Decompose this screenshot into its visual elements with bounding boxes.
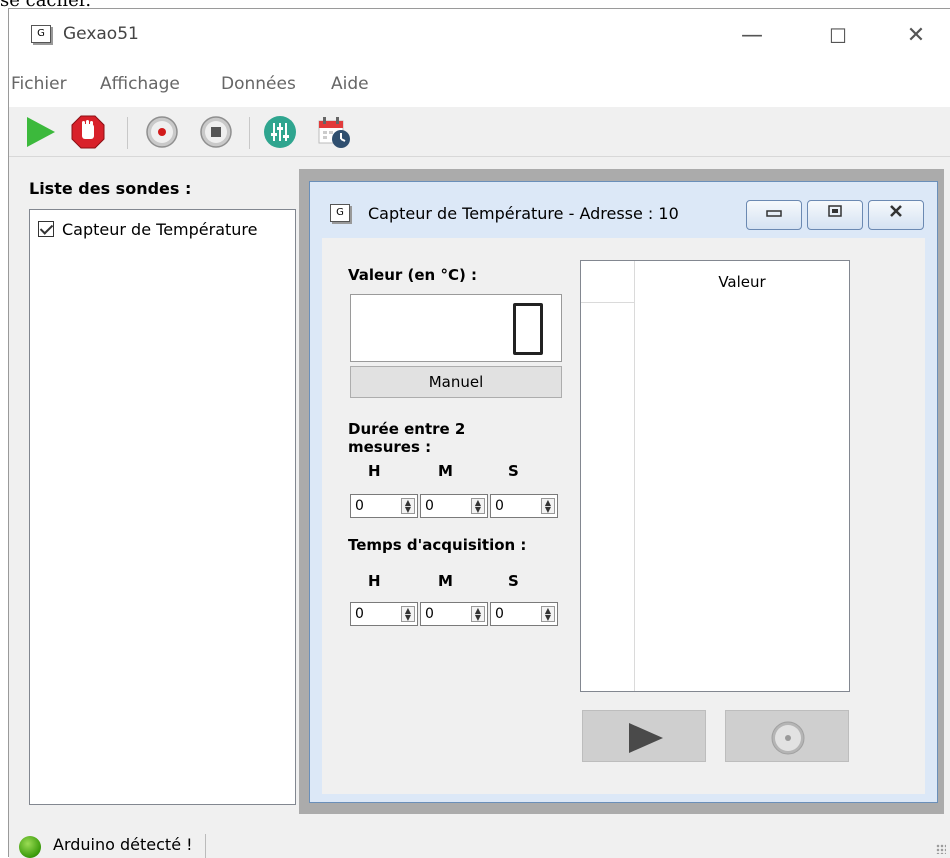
interval-minutes-spinbox[interactable]: 0 ▲ ▼ (420, 494, 488, 518)
acquisition-label: Temps d'acquisition : (348, 536, 527, 554)
start-acquisition-button[interactable] (582, 710, 706, 762)
resize-grip-icon[interactable] (936, 844, 946, 854)
spin-arrows-icon[interactable]: ▲ ▼ (541, 606, 555, 622)
record-button[interactable] (725, 710, 849, 762)
probe-item[interactable]: Capteur de Température (38, 220, 258, 239)
restore-icon (828, 205, 842, 217)
interval-label-line1: Durée entre 2 (348, 420, 466, 438)
acq-minutes-spinbox[interactable]: 0 ▲ ▼ (420, 602, 488, 626)
close-button[interactable]: ✕ (901, 21, 931, 51)
toolbar-separator (249, 117, 250, 149)
values-table[interactable]: Valeur (580, 260, 850, 692)
column-header-valeur[interactable]: Valeur (635, 261, 849, 303)
record-disc-icon (771, 721, 805, 755)
menu-bar: Fichier Affichage Données Aide (9, 63, 950, 107)
spin-arrows-icon[interactable]: ▲ ▼ (471, 606, 485, 622)
window-title: Gexao51 (63, 24, 139, 44)
stop-icon[interactable] (199, 115, 233, 149)
minimize-icon (766, 210, 782, 217)
spin-arrows-icon[interactable]: ▲ ▼ (471, 498, 485, 514)
acq-seconds-spinbox[interactable]: 0 ▲ ▼ (490, 602, 558, 626)
menu-donnees[interactable]: Données (221, 74, 296, 94)
row-header-column (581, 261, 635, 691)
spinbox-value: 0 (425, 498, 434, 514)
menu-affichage[interactable]: Affichage (100, 74, 180, 94)
manual-button[interactable]: Manuel (350, 366, 562, 398)
sub-restore-button[interactable] (807, 200, 863, 230)
acq-minutes-label: M (438, 572, 453, 590)
probes-list-label: Liste des sondes : (29, 179, 192, 198)
interval-minutes-label: M (438, 462, 453, 480)
acq-hours-label: H (368, 572, 381, 590)
equalizer-icon[interactable] (263, 115, 297, 149)
menu-fichier[interactable]: Fichier (11, 74, 67, 94)
calendar-clock-icon[interactable] (317, 115, 351, 149)
close-icon (890, 205, 902, 217)
sensor-window-title: Capteur de Température - Adresse : 10 (368, 204, 679, 223)
spin-arrows-icon[interactable]: ▲ ▼ (401, 606, 415, 622)
spinbox-value: 0 (495, 498, 504, 514)
status-separator (205, 834, 206, 858)
spin-arrows-icon[interactable]: ▲ ▼ (541, 498, 555, 514)
title-bar: G Gexao51 — ☐ ✕ (9, 9, 950, 63)
probes-list[interactable]: Capteur de Température (29, 209, 296, 805)
interval-label-line2: mesures : (348, 438, 432, 456)
interval-seconds-spinbox[interactable]: 0 ▲ ▼ (490, 494, 558, 518)
sensor-window-body: Valeur (en °C) : Manuel Durée entre 2 me… (322, 238, 925, 794)
spinbox-value: 0 (355, 606, 364, 622)
connection-led-icon (19, 836, 41, 858)
menu-aide[interactable]: Aide (331, 74, 369, 94)
app-icon: G (31, 25, 51, 43)
sensor-window-title-bar: G Capteur de Température - Adresse : 10 (310, 182, 937, 238)
value-digit (513, 303, 543, 355)
acq-hours-spinbox[interactable]: 0 ▲ ▼ (350, 602, 418, 626)
interval-hours-label: H (368, 462, 381, 480)
spinbox-value: 0 (355, 498, 364, 514)
play-icon (629, 723, 663, 753)
status-text: Arduino détecté ! (53, 835, 193, 854)
acq-seconds-label: S (508, 572, 519, 590)
table-corner[interactable] (581, 261, 635, 303)
play-icon[interactable] (23, 115, 57, 149)
sensor-window-icon: G (330, 204, 350, 222)
value-lcd (350, 294, 562, 362)
status-bar: Arduino détecté ! (9, 824, 950, 858)
probe-checkbox[interactable] (38, 220, 54, 237)
toolbar (9, 107, 950, 157)
interval-seconds-label: S (508, 462, 519, 480)
probe-item-label: Capteur de Température (62, 220, 258, 239)
sub-minimize-button[interactable] (746, 200, 802, 230)
minimize-button[interactable]: — (737, 21, 767, 51)
sensor-window: G Capteur de Température - Adresse : 10 … (309, 181, 938, 803)
spin-arrows-icon[interactable]: ▲ ▼ (401, 498, 415, 514)
sub-close-button[interactable] (868, 200, 924, 230)
toolbar-separator (127, 117, 128, 149)
spinbox-value: 0 (425, 606, 434, 622)
main-window: G Gexao51 — ☐ ✕ Fichier Affichage Donnée… (8, 8, 950, 858)
interval-hours-spinbox[interactable]: 0 ▲ ▼ (350, 494, 418, 518)
value-label: Valeur (en °C) : (348, 266, 478, 284)
stop-hand-icon[interactable] (71, 115, 105, 149)
maximize-button[interactable]: ☐ (823, 21, 853, 51)
spinbox-value: 0 (495, 606, 504, 622)
record-icon[interactable] (145, 115, 179, 149)
